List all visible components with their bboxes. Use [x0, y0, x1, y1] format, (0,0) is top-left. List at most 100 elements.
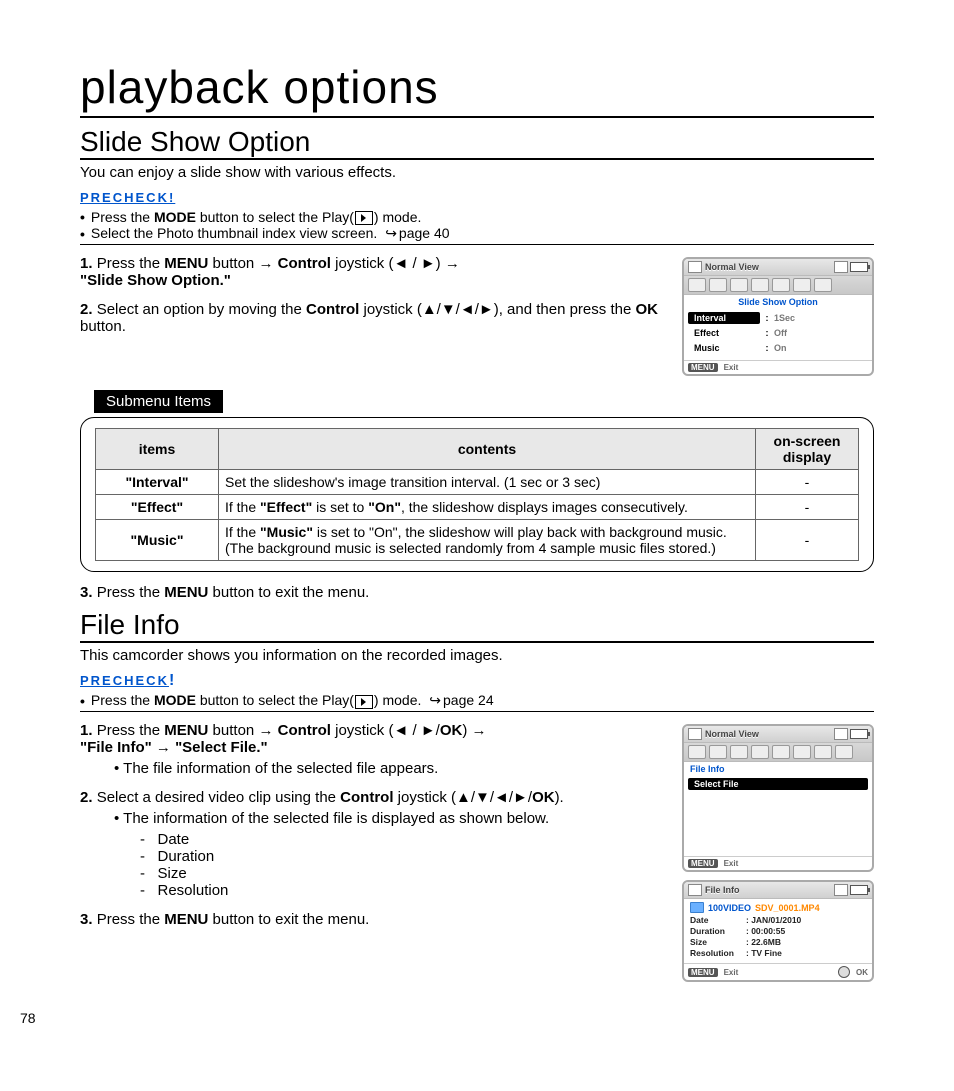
toolbar-icon [772, 278, 790, 292]
folder-name: 100VIDEO [708, 903, 751, 913]
precheck-text: button to select the Play( [196, 692, 354, 708]
battery-icon [850, 262, 868, 272]
file-info-row: Date: JAN/01/2010 [690, 915, 866, 925]
lcd-menu-value: Off [774, 328, 787, 338]
step-text: Press the [97, 584, 165, 601]
td-osd: - [756, 520, 859, 561]
td-item: "Music" [96, 520, 219, 561]
toolbar-icon [688, 278, 706, 292]
lcd-file-info-menu: Normal View File I [682, 724, 874, 872]
precheck-item: • Select the Photo thumbnail index view … [80, 225, 874, 242]
chapter-title: playback options [80, 60, 874, 118]
step-text: button to exit the menu. [208, 584, 369, 601]
precheck-block: PRECHECK! • Press the MODE button to sel… [80, 189, 874, 245]
control-ref: Control [340, 789, 393, 806]
lcd-slide-show-option: Normal View Slide Show Option Inter [682, 257, 874, 376]
lcd-menu-label: Music [688, 342, 760, 354]
list-item: Resolution [140, 882, 664, 899]
file-info-row: Size: 22.6MB [690, 937, 866, 947]
control-ref: Control [278, 255, 331, 272]
lcd-title: File Info [705, 885, 740, 895]
page-ref-icon [425, 692, 443, 708]
control-ref: Control [306, 301, 359, 318]
toolbar-icon [730, 745, 748, 759]
precheck-text: button to select the Play( [196, 209, 354, 225]
step-2: 2. Select an option by moving the Contro… [80, 301, 664, 335]
control-ref: Control [278, 722, 331, 739]
submenu-table-wrap: items contents on-screen display "Interv… [80, 417, 874, 572]
lcd-menu-item: Music : On [688, 341, 868, 355]
ok-button-icon [838, 966, 850, 978]
step-target: "File Info" [80, 739, 152, 756]
precheck-text: Press the [91, 209, 154, 225]
folder-icon [690, 902, 704, 913]
step-target: "Slide Show Option." [80, 272, 231, 289]
toolbar-icon [814, 745, 832, 759]
precheck-item: • Press the MODE button to select the Pl… [80, 692, 874, 709]
table-row: "Interval" Set the slideshow's image tra… [96, 470, 859, 495]
step-1: 1. Press the MENU button → Control joyst… [80, 722, 664, 777]
toolbar-icon [751, 278, 769, 292]
td-item: "Interval" [96, 470, 219, 495]
card-icon [834, 261, 848, 273]
step-text: joystick (◄ / ►/ [331, 722, 440, 739]
ok-button-ref: OK [635, 301, 658, 318]
step-text: Press the [97, 255, 165, 272]
submenu-title: Submenu Items [94, 390, 223, 413]
battery-icon [850, 729, 868, 739]
page-number: 78 [20, 1010, 36, 1026]
toolbar-icon [730, 278, 748, 292]
menu-button-ref: MENU [164, 255, 208, 272]
lcd-menu-item: Interval : 1Sec [688, 311, 868, 325]
lcd-select-file: Select File [688, 778, 868, 790]
precheck-label: PRECHECK [80, 673, 169, 688]
toolbar-icon [709, 278, 727, 292]
lcd-menu-label: Effect [688, 327, 760, 339]
toolbar-icon [793, 745, 811, 759]
step-3: 3. Press the MENU button to exit the men… [80, 911, 664, 928]
precheck-item: • Press the MODE button to select the Pl… [80, 209, 874, 225]
mode-button-ref: MODE [154, 209, 196, 225]
video-mode-icon [688, 884, 702, 896]
lcd-footer-exit: Exit [724, 859, 739, 868]
step-text: joystick (▲/▼/◄/►/ [394, 789, 533, 806]
step-text: Select a desired video clip using the [97, 789, 340, 806]
precheck-text: Press the [91, 692, 154, 708]
lcd-highlight: File Info [684, 762, 872, 776]
step-text: Press the [97, 722, 165, 739]
sub-bullet: • The information of the selected file i… [114, 810, 664, 827]
lcd-footer-menu: MENU [688, 363, 718, 372]
step-3: 3. Press the MENU button to exit the men… [80, 584, 874, 601]
step-text: joystick (◄ / ►) [331, 255, 445, 272]
toolbar-icon [751, 745, 769, 759]
lcd-footer-menu: MENU [688, 859, 718, 868]
step-text: Select an option by moving the [97, 301, 306, 318]
td-osd: - [756, 495, 859, 520]
page-ref: page 24 [443, 692, 494, 708]
lcd-title: Normal View [705, 262, 759, 272]
file-name: SDV_0001.MP4 [755, 903, 820, 913]
td-osd: - [756, 470, 859, 495]
step-text: joystick (▲/▼/◄/►), and then press the [359, 301, 635, 318]
ok-ref: OK [532, 789, 555, 806]
menu-button-ref: MENU [164, 584, 208, 601]
slide-show-intro: You can enjoy a slide show with various … [80, 164, 874, 181]
precheck-text: Select the Photo thumbnail index view sc… [91, 225, 381, 241]
table-row: "Effect" If the "Effect" is set to "On",… [96, 495, 859, 520]
th-contents: contents [219, 429, 756, 470]
page-ref-icon [381, 225, 399, 241]
lcd-file-info-detail: File Info 100VIDEO SDV_0001.MP4 Date: JA… [682, 880, 874, 982]
photo-mode-icon [688, 261, 702, 273]
play-mode-icon [355, 695, 373, 709]
toolbar-icon [709, 745, 727, 759]
lcd-highlight: Slide Show Option [684, 295, 872, 309]
toolbar-icon [814, 278, 832, 292]
lcd-toolbar [684, 743, 872, 762]
lcd-menu-label: Interval [688, 312, 760, 324]
list-item: Date [140, 831, 664, 848]
lcd-footer-ok: OK [856, 968, 868, 977]
play-mode-icon [355, 211, 373, 225]
precheck-label: PRECHECK! [80, 190, 175, 205]
lcd-menu-value: 1Sec [774, 313, 795, 323]
sub-bullet: • The file information of the selected f… [114, 760, 664, 777]
